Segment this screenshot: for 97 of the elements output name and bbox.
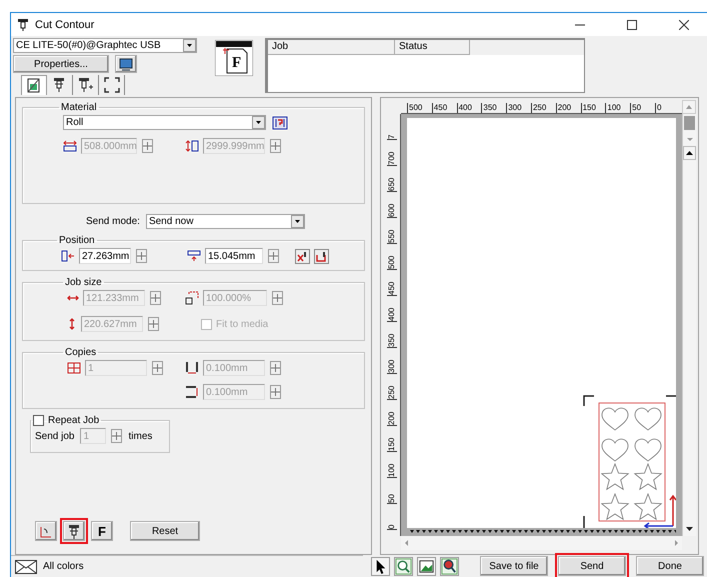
- checkbox-label: Fit to media: [216, 318, 268, 330]
- spacing-y-icon: [185, 385, 199, 399]
- scale-icon: [185, 291, 199, 305]
- ruler-label: 7: [386, 114, 396, 140]
- spinner-icon: [152, 361, 163, 375]
- action-button[interactable]: Done: [636, 556, 704, 576]
- ruler-label: 650: [386, 166, 396, 192]
- envelope-icon: [15, 560, 37, 574]
- spinner-icon: [111, 429, 122, 443]
- action-button[interactable]: Save to file: [480, 556, 548, 576]
- monitor-icon: [119, 58, 133, 70]
- spinner-icon: [270, 361, 281, 375]
- ruler-label: 300: [506, 103, 531, 113]
- zoom-fit-icon: [441, 558, 458, 574]
- ruler-label: 550: [386, 218, 396, 244]
- cutter-icon: [17, 18, 29, 31]
- y-offset-icon: [187, 250, 201, 262]
- copies-grid-icon: [67, 362, 81, 374]
- checkbox[interactable]: [33, 415, 44, 426]
- picture-icon: [418, 558, 435, 574]
- length-icon: [185, 140, 199, 152]
- ruler-label: 100: [605, 103, 630, 113]
- set-origin-icon[interactable]: [314, 248, 329, 264]
- ruler-label: 100: [386, 452, 396, 478]
- scroll-thumb[interactable]: [684, 116, 695, 130]
- ruler-label: 450: [386, 270, 396, 296]
- view-tool-button[interactable]: [417, 556, 436, 576]
- checkbox-label: Repeat Job: [48, 415, 100, 426]
- ruler-label: 600: [386, 192, 396, 218]
- group-label: Material: [61, 102, 97, 113]
- ruler-label: 250: [386, 374, 396, 400]
- ruler-label: 0: [654, 103, 680, 113]
- close-icon[interactable]: [679, 20, 689, 30]
- connection-button[interactable]: [115, 55, 137, 73]
- send-mode-dropdown[interactable]: Send now: [146, 214, 305, 229]
- properties-button[interactable]: Properties...: [13, 55, 109, 73]
- spinner-icon: [270, 139, 281, 153]
- horizontal-arrow-icon: [67, 293, 79, 303]
- zoom-icon: [395, 558, 412, 574]
- spinner-icon: [136, 249, 147, 263]
- ruler-label: 150: [580, 103, 606, 113]
- ruler-label: 200: [386, 400, 396, 426]
- spinner-icon: [150, 291, 161, 305]
- ruler-label: 400: [386, 296, 396, 322]
- spinner-icon: [272, 291, 283, 305]
- frame-icon: [102, 76, 120, 94]
- view-tool-button[interactable]: [371, 556, 390, 576]
- ruler-label: 200: [556, 103, 581, 113]
- media-dropdown[interactable]: Roll: [63, 115, 266, 130]
- column-header: Job: [268, 40, 395, 55]
- send-mode-label: Send mode:: [86, 216, 140, 227]
- ruler-label: 700: [386, 140, 396, 166]
- spinner-icon: [142, 139, 153, 153]
- vertical-arrow-icon: [67, 318, 77, 330]
- send-job-label: Send job: [35, 430, 74, 442]
- clear-origin-icon[interactable]: [295, 248, 310, 264]
- ruler-label: 400: [456, 103, 482, 113]
- tab[interactable]: [21, 75, 47, 95]
- ruler-label: 50: [386, 478, 396, 504]
- ruler-label: 450: [432, 103, 457, 113]
- origin-arrows-drawing: [644, 494, 676, 528]
- ruler-label: 300: [386, 348, 396, 374]
- maximize-icon[interactable]: [627, 20, 637, 30]
- cutter-plus-icon: [76, 76, 94, 94]
- column-header: Status: [395, 40, 470, 55]
- registration-mark: [583, 516, 585, 528]
- window-title: Cut Contour: [35, 18, 96, 30]
- spinner-icon: [268, 249, 279, 263]
- ruler-label: 250: [530, 103, 556, 113]
- ruler-label: 0: [386, 504, 396, 530]
- job-preview-icon: F: [215, 40, 253, 76]
- ruler-label: 500: [407, 103, 432, 113]
- device-dropdown[interactable]: CE LITE-50(#0)@Graphtec USB: [13, 38, 197, 53]
- times-label: times: [128, 430, 152, 442]
- spinner-icon: [270, 385, 281, 399]
- ruler-label: 350: [386, 322, 396, 348]
- cutter-icon: [66, 523, 82, 539]
- text-tool-button[interactable]: F: [91, 521, 113, 541]
- registration-mark: [666, 395, 676, 397]
- x-offset-icon: [61, 250, 75, 262]
- view-tool-button[interactable]: [440, 556, 459, 576]
- ruler-label: 350: [481, 103, 506, 113]
- ruler-label: 50: [630, 103, 655, 113]
- width-icon: [63, 140, 77, 152]
- group-label: Job size: [65, 277, 102, 288]
- group-label: Position: [59, 235, 95, 246]
- spinner-icon: [148, 317, 159, 331]
- ruler-label: 150: [386, 426, 396, 452]
- group-label: Copies: [65, 347, 96, 358]
- scroll-up-icon[interactable]: [683, 146, 696, 160]
- registration-mark: [583, 395, 594, 406]
- status-text: All colors: [43, 561, 84, 572]
- media-info-icon[interactable]: [272, 116, 288, 130]
- reset-button[interactable]: Reset: [130, 521, 200, 541]
- spacing-x-icon: [185, 361, 199, 375]
- action-button[interactable]: Send: [558, 556, 626, 576]
- ruler-label: 500: [386, 244, 396, 270]
